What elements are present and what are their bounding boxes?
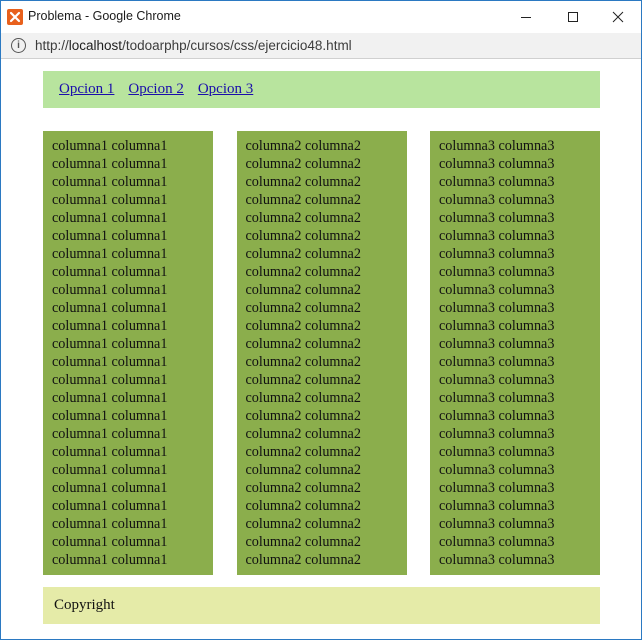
column-line: columna3 columna3: [439, 408, 555, 424]
title-bar[interactable]: Problema - Google Chrome: [1, 1, 641, 33]
column-line: columna1 columna1: [52, 408, 168, 424]
column-line: columna3 columna3: [439, 318, 555, 334]
column-line: columna3 columna3: [439, 228, 555, 244]
column-line: columna3 columna3: [439, 156, 555, 172]
column-line: columna3 columna3: [439, 192, 555, 208]
browser-window: Problema - Google Chrome i http://localh…: [0, 0, 642, 640]
column-line: columna3 columna3: [439, 354, 555, 370]
column-line: columna2 columna2: [245, 426, 361, 442]
xampp-icon: [7, 9, 23, 25]
column-1: columna1 columna1 columna1 columna1 column…: [43, 131, 213, 575]
column-line: columna2 columna2: [245, 444, 361, 460]
column-line: columna3 columna3: [439, 246, 555, 262]
column-line: columna2 columna2: [245, 390, 361, 406]
column-line: columna1 columna1: [52, 462, 168, 478]
column-line: columna3 columna3: [439, 282, 555, 298]
column-line: columna3 columna3: [439, 390, 555, 406]
column-line: columna1 columna1: [52, 426, 168, 442]
column-line: columna1 columna1: [52, 192, 168, 208]
minimize-icon: [521, 16, 531, 18]
close-button[interactable]: [595, 1, 641, 32]
column-line: columna1 columna1: [52, 174, 168, 190]
column-line: columna1 columna1: [52, 156, 168, 172]
maximize-button[interactable]: [550, 1, 596, 32]
column-line: columna1 columna1: [52, 336, 168, 352]
column-line: columna2 columna2: [245, 534, 361, 550]
page-content: Opcion 1 Opcion 2 Opcion 3 columna1 colu…: [1, 60, 641, 639]
column-line: columna2 columna2: [245, 372, 361, 388]
column-line: columna3 columna3: [439, 372, 555, 388]
column-line: columna2 columna2: [245, 318, 361, 334]
column-line: columna2 columna2: [245, 228, 361, 244]
column-line: columna1 columna1: [52, 246, 168, 262]
column-line: columna1 columna1: [52, 228, 168, 244]
column-line: columna1 columna1: [52, 480, 168, 496]
column-line: columna3 columna3: [439, 336, 555, 352]
column-line: columna1 columna1: [52, 318, 168, 334]
column-line: columna2 columna2: [245, 336, 361, 352]
column-line: columna2 columna2: [245, 408, 361, 424]
column-line: columna1 columna1: [52, 282, 168, 298]
column-line: columna2 columna2: [245, 174, 361, 190]
window-title: Problema - Google Chrome: [28, 9, 181, 23]
close-icon: [612, 11, 624, 22]
minimize-button[interactable]: [503, 1, 549, 32]
column-line: columna2 columna2: [245, 480, 361, 496]
column-3: columna3 columna3 columna3 columna3 column…: [430, 131, 600, 575]
column-line: columna1 columna1: [52, 354, 168, 370]
url-prefix: http://: [35, 38, 69, 53]
url-host: localhost: [68, 38, 123, 53]
column-line: columna1 columna1: [52, 552, 168, 568]
menu-bar: Opcion 1 Opcion 2 Opcion 3: [43, 71, 600, 108]
column-line: columna2 columna2: [245, 552, 361, 568]
column-line: columna1 columna1: [52, 138, 168, 154]
maximize-icon: [568, 11, 578, 22]
column-line: columna2 columna2: [245, 462, 361, 478]
column-line: columna1 columna1: [52, 498, 168, 514]
column-line: columna1 columna1: [52, 300, 168, 316]
column-line: columna3 columna3: [439, 264, 555, 280]
column-line: columna1 columna1: [52, 372, 168, 388]
column-line: columna2 columna2: [245, 246, 361, 262]
column-line: columna2 columna2: [245, 156, 361, 172]
column-line: columna3 columna3: [439, 552, 555, 568]
column-line: columna2 columna2: [245, 516, 361, 532]
column-2: columna2 columna2 columna2 columna2 column…: [236, 131, 407, 575]
column-line: columna3 columna3: [439, 300, 555, 316]
column-line: columna1 columna1: [52, 264, 168, 280]
column-line: columna2 columna2: [245, 210, 361, 226]
column-line: columna3 columna3: [439, 138, 555, 154]
url-path: /todoarphp/cursos/css/ejercicio48.html: [122, 38, 352, 53]
column-line: columna3 columna3: [439, 174, 555, 190]
column-line: columna2 columna2: [245, 498, 361, 514]
column-line: columna1 columna1: [52, 210, 168, 226]
menu-link-opcion-2[interactable]: Opcion 2: [128, 81, 183, 98]
columns-container: columna1 columna1 columna1 columna1 column…: [43, 131, 600, 575]
column-line: columna2 columna2: [245, 354, 361, 370]
column-line: columna3 columna3: [439, 534, 555, 550]
column-line: columna1 columna1: [52, 516, 168, 532]
column-line: columna3 columna3: [439, 444, 555, 460]
column-line: columna3 columna3: [439, 480, 555, 496]
column-line: columna2 columna2: [245, 264, 361, 280]
menu-link-opcion-1[interactable]: Opcion 1: [59, 81, 114, 98]
column-line: columna3 columna3: [439, 462, 555, 478]
column-line: columna3 columna3: [439, 498, 555, 514]
info-icon[interactable]: i: [11, 38, 26, 53]
url-field[interactable]: http://localhost/todoarphp/cursos/css/ej…: [35, 38, 352, 53]
column-line: columna1 columna1: [52, 444, 168, 460]
column-line: columna1 columna1: [52, 390, 168, 406]
menu-link-opcion-3[interactable]: Opcion 3: [198, 81, 253, 98]
column-line: columna3 columna3: [439, 516, 555, 532]
column-line: columna2 columna2: [245, 282, 361, 298]
footer-text: Copyright: [54, 597, 115, 613]
column-line: columna2 columna2: [245, 138, 361, 154]
column-line: columna2 columna2: [245, 300, 361, 316]
address-bar[interactable]: i http://localhost/todoarphp/cursos/css/…: [1, 33, 641, 59]
column-line: columna1 columna1: [52, 534, 168, 550]
column-line: columna3 columna3: [439, 210, 555, 226]
column-line: columna3 columna3: [439, 426, 555, 442]
footer: Copyright: [43, 587, 600, 624]
column-line: columna2 columna2: [245, 192, 361, 208]
